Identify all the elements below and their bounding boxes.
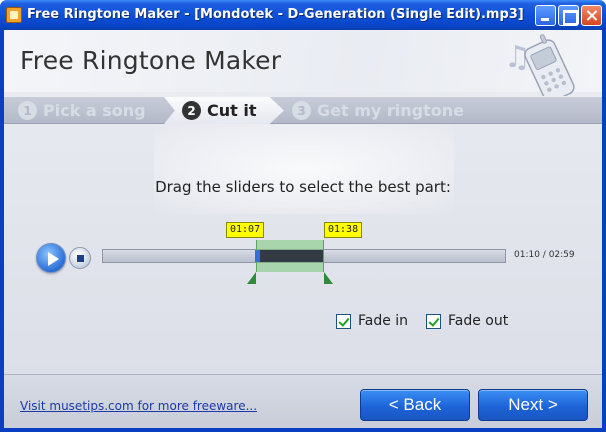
fade-out-option[interactable]: Fade out <box>426 313 508 329</box>
app-heading: Free Ringtone Maker <box>20 46 282 75</box>
fade-in-checkbox[interactable] <box>336 313 351 329</box>
step-1-label: Pick a song <box>43 101 146 120</box>
playhead[interactable] <box>255 250 260 262</box>
step-3-number: 3 <box>292 101 311 120</box>
end-slider-handle[interactable] <box>324 272 333 284</box>
step-2-number: 2 <box>182 101 201 120</box>
fade-out-label: Fade out <box>448 313 509 329</box>
back-button[interactable]: < Back <box>360 389 470 421</box>
time-readout: 01:10 / 02:59 <box>514 250 575 260</box>
fade-in-label: Fade in <box>358 313 409 329</box>
app-header: Free Ringtone Maker ♫ <box>4 30 602 103</box>
app-icon <box>6 7 22 23</box>
title-bar[interactable]: Free Ringtone Maker - [Mondotek - D-Gene… <box>0 0 606 30</box>
app-window: Free Ringtone Maker - [Mondotek - D-Gene… <box>0 0 606 432</box>
client-area: Free Ringtone Maker ♫ 1 Pick a song 2 Cu… <box>4 30 602 428</box>
step-pick-a-song: 1 Pick a song <box>18 97 146 124</box>
step-1-number: 1 <box>18 101 37 120</box>
minimize-button[interactable] <box>535 5 556 26</box>
maximize-button[interactable] <box>558 5 579 26</box>
next-button[interactable]: Next > <box>478 389 588 421</box>
start-slider-handle[interactable] <box>247 272 256 284</box>
window-title: Free Ringtone Maker - [Mondotek - D-Gene… <box>27 7 524 22</box>
fade-in-option[interactable]: Fade in <box>336 313 408 329</box>
step-get-my-ringtone: 3 Get my ringtone <box>292 97 464 124</box>
background-glow <box>154 124 454 214</box>
musetips-link[interactable]: Visit musetips.com for more freeware... <box>20 399 257 413</box>
play-button[interactable] <box>36 243 66 273</box>
stop-button[interactable] <box>69 247 91 269</box>
wizard-steps: 1 Pick a song 2 Cut it 3 Get my ringtone <box>4 96 602 124</box>
selection-end-time: 01:38 <box>324 222 363 238</box>
step-3-label: Get my ringtone <box>317 101 464 120</box>
footer-bar: Visit musetips.com for more freeware... … <box>4 374 602 428</box>
step-cut-it: 2 Cut it <box>164 97 284 124</box>
close-button[interactable] <box>581 5 602 26</box>
selection-start-time: 01:07 <box>226 222 265 238</box>
fade-out-checkbox[interactable] <box>426 313 441 329</box>
instruction-text: Drag the sliders to select the best part… <box>155 178 451 196</box>
selected-segment <box>260 250 323 262</box>
step-2-label: Cut it <box>207 101 257 120</box>
